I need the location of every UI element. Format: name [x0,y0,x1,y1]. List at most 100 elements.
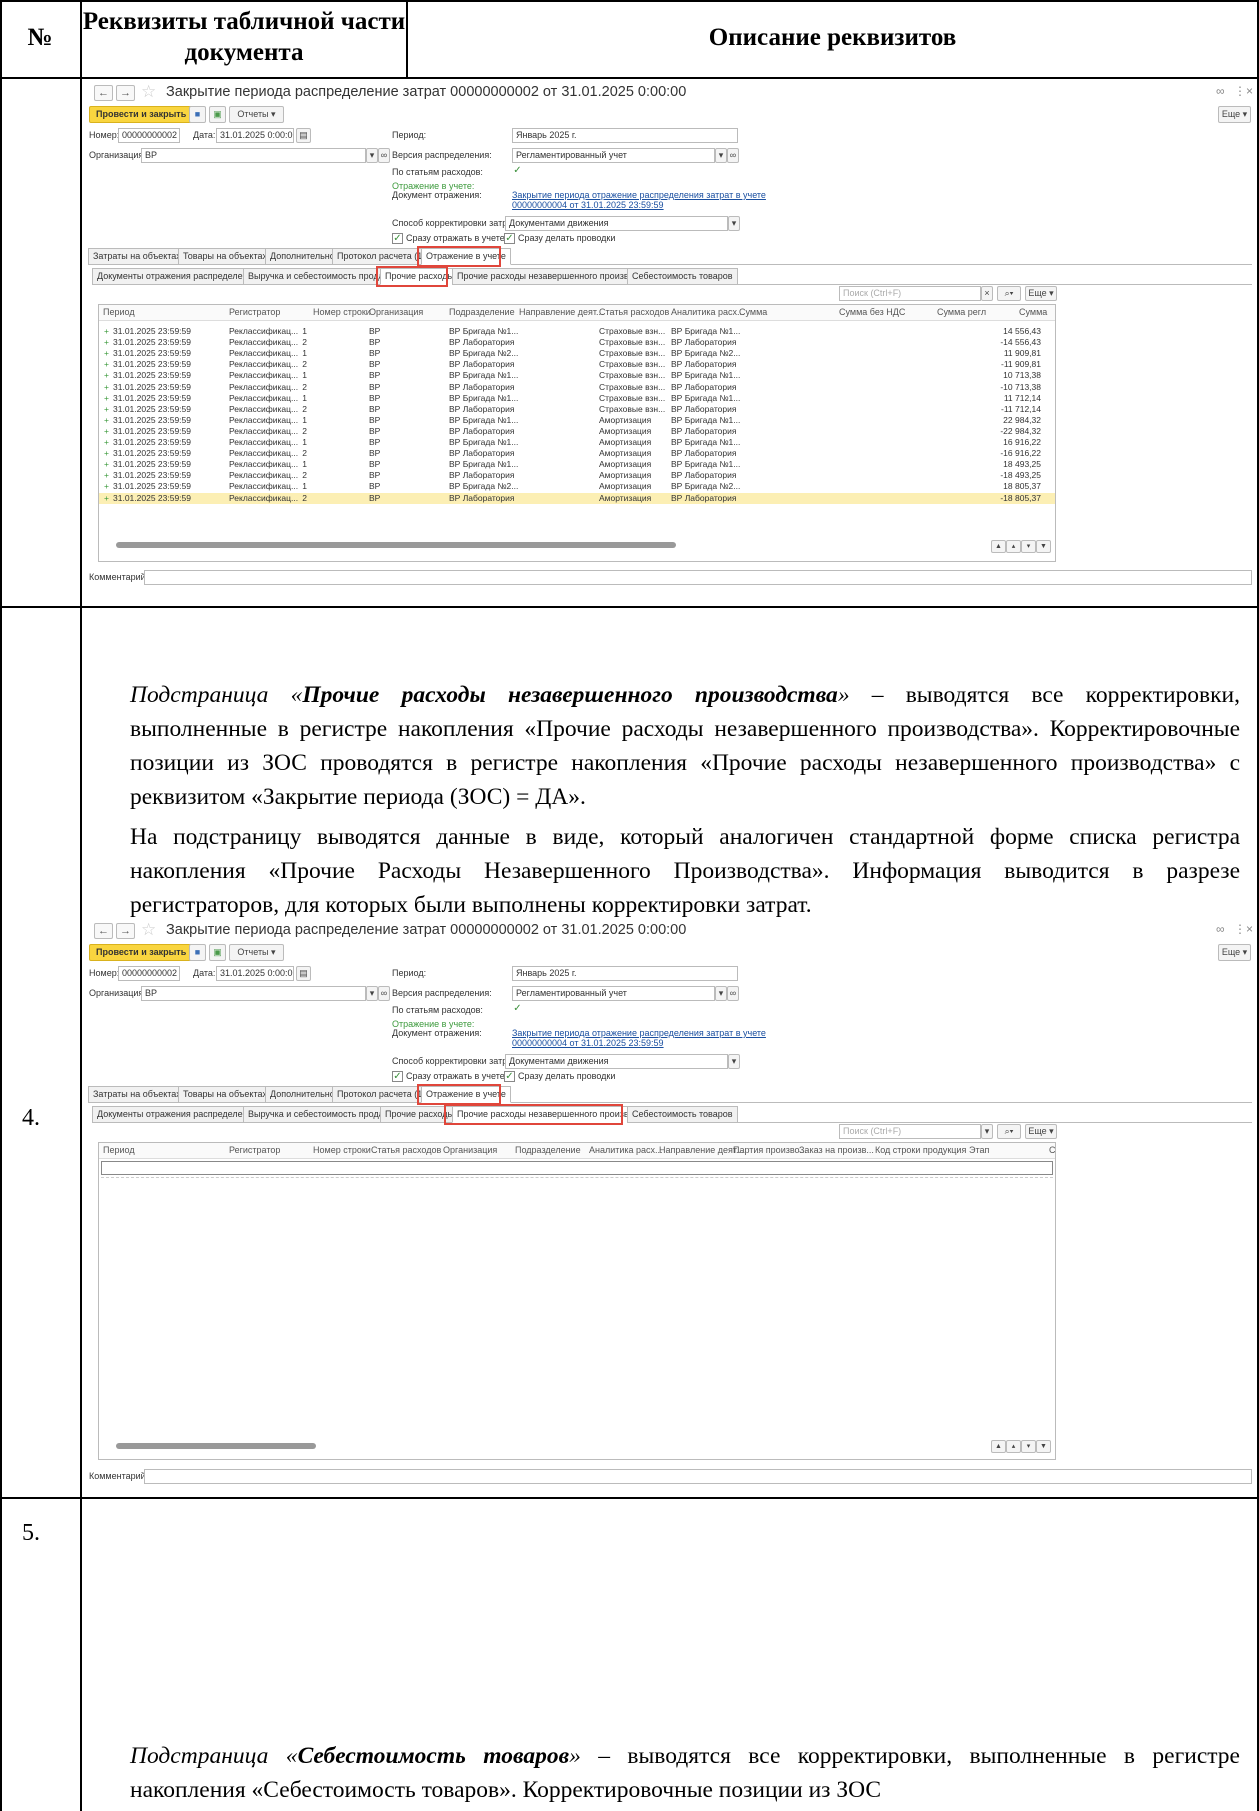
table-row[interactable]: +31.01.2025 23:59:59 Реклассификац... 2 ВР В… [99,404,1055,415]
grid-column-header[interactable]: Статья расходов [599,307,669,317]
empty-selected-row[interactable] [101,1161,1053,1175]
number-field[interactable]: 00000000002 [118,128,180,143]
other-expenses-grid[interactable]: Период Регистратор Номер строки Организация… [98,304,1056,562]
grid-column-header[interactable]: Заказ на произв... [799,1145,874,1155]
open-icon[interactable]: ∞ [727,148,739,163]
subtab-revenue[interactable]: Выручка и себестоимость продаж [243,268,395,285]
tab-reflection[interactable]: Отражение в учете [421,1086,511,1103]
table-row[interactable]: +31.01.2025 23:59:59 Реклассификац... 1 ВР В… [99,459,1055,470]
tab-additional[interactable]: Дополнительно [265,248,340,265]
grid-column-header[interactable]: Период [103,1145,135,1155]
dropdown-icon[interactable]: ▾ [728,1054,740,1069]
post-button[interactable]: ▣ [209,106,226,123]
reports-button[interactable]: Отчеты ▾ [229,944,284,961]
date-field[interactable]: 31.01.2025 0:00:00 [216,966,294,981]
grid-column-header[interactable]: Сумма регл [937,307,986,317]
table-row[interactable]: +31.01.2025 23:59:59 Реклассификац... 2 ВР В… [99,337,1055,348]
grid-column-header[interactable]: Организация [443,1145,497,1155]
correction-field[interactable]: Документами движения [505,1054,728,1069]
dropdown-icon[interactable]: ▾ [715,148,727,163]
tab-goods-objects[interactable]: Товары на объектах [178,248,272,265]
table-row[interactable]: +31.01.2025 23:59:59 Реклассификац... 2 ВР В… [99,426,1055,437]
post-close-button[interactable]: Провести и закрыть [89,106,194,123]
grid-column-header[interactable]: Регистратор [229,307,280,317]
tab-costs-objects[interactable]: Затраты на объектах [88,1086,186,1103]
date-field[interactable]: 31.01.2025 0:00:00 [216,128,294,143]
calendar-icon[interactable]: ▤ [296,966,311,981]
grid-column-header[interactable]: Подразделение [515,1145,581,1155]
dropdown-icon[interactable]: ▾ [366,148,378,163]
grid-more-button[interactable]: Еще ▾ [1025,1124,1057,1139]
table-row[interactable]: +31.01.2025 23:59:59 Реклассификац... 2 ВР В… [99,448,1055,459]
link-icon[interactable]: ∞ [1216,922,1225,936]
grid-column-header[interactable]: Статья расходов [371,1145,441,1155]
grid-column-header[interactable]: Аналитика расх... [671,307,745,317]
number-field[interactable]: 00000000002 [118,966,180,981]
tab-calc-log[interactable]: Протокол расчета (13) [332,248,436,265]
grid-column-header[interactable]: Код строки продукция [875,1145,966,1155]
post-button[interactable]: ▣ [209,944,226,961]
grid-column-header[interactable]: Период [103,307,135,317]
menu-dots-icon[interactable]: ⋮ [1234,84,1246,98]
post-close-button[interactable]: Провести и закрыть [89,944,194,961]
favorite-star-icon[interactable]: ☆ [141,921,156,938]
subtab-cost-goods[interactable]: Себестоимость товаров [627,1106,738,1123]
subtab-other-expenses[interactable]: Прочие расходы [380,1106,459,1123]
dropdown-icon[interactable]: ▾ [366,986,378,1001]
reflection-doc-link[interactable]: Закрытие периода отражение распределения… [512,190,766,200]
scroll-bottom-icon[interactable]: ▼ [1036,540,1051,553]
reflect-checkbox[interactable]: ✓ [392,233,403,244]
by-items-checkbox[interactable]: ✓ [512,1004,523,1015]
forward-button[interactable]: → [116,85,135,101]
link-icon[interactable]: ∞ [1216,84,1225,98]
grid-column-header[interactable]: Аналитика расх... [589,1145,663,1155]
forward-button[interactable]: → [116,923,135,939]
grid-column-header[interactable]: Направление деят... [659,1145,743,1155]
period-field[interactable]: Январь 2025 г. [512,966,738,981]
subtab-reflection-docs[interactable]: Документы отражения распределения [92,268,263,285]
reflect-checkbox[interactable]: ✓ [392,1071,403,1082]
org-field[interactable]: ВР [141,986,366,1001]
dropdown-icon[interactable]: ▾ [728,216,740,231]
reflection-doc-link-date[interactable]: 00000000004 от 31.01.2025 23:59:59 [512,1038,664,1048]
subtab-revenue[interactable]: Выручка и себестоимость продаж [243,1106,395,1123]
close-icon[interactable]: × [1246,922,1253,936]
table-row[interactable]: +31.01.2025 23:59:59 Реклассификац... 1 ВР В… [99,481,1055,492]
post-checkbox[interactable]: ✓ [504,1071,515,1082]
reflection-doc-link[interactable]: Закрытие периода отражение распределения… [512,1028,766,1038]
table-row[interactable]: +31.01.2025 23:59:59 Реклассификац... 2 ВР В… [99,359,1055,370]
grid-column-header[interactable]: Подразделение [449,307,515,317]
version-field[interactable]: Регламентированный учет [512,986,715,1001]
more-button[interactable]: Еще ▾ [1218,106,1251,123]
wip-expenses-grid[interactable]: Период Регистратор Номер строки Статья расх… [98,1142,1056,1460]
scroll-top-icon[interactable]: ▲ [991,1440,1006,1453]
grid-column-header[interactable]: Сумма [739,307,767,317]
table-row[interactable]: +31.01.2025 23:59:59 Реклассификац... 1 ВР В… [99,393,1055,404]
table-row[interactable]: +31.01.2025 23:59:59 Реклассификац... 1 ВР В… [99,326,1055,337]
tab-reflection[interactable]: Отражение в учете [421,248,511,265]
version-field[interactable]: Регламентированный учет [512,148,715,163]
table-row[interactable]: +31.01.2025 23:59:59 Реклассификац... 1 ВР В… [99,415,1055,426]
open-icon[interactable]: ∞ [727,986,739,1001]
subtab-cost-goods[interactable]: Себестоимость товаров [627,268,738,285]
period-field[interactable]: Январь 2025 г. [512,128,738,143]
search-icon[interactable]: ⌕▾ [997,286,1021,301]
subtab-other-expenses[interactable]: Прочие расходы [380,268,459,285]
post-checkbox[interactable]: ✓ [504,233,515,244]
grid-column-header[interactable]: Партия произво... [733,1145,807,1155]
table-row[interactable]: +31.01.2025 23:59:59 Реклассификац... 2 ВР В… [99,492,1055,504]
dropdown-icon[interactable]: ▾ [715,986,727,1001]
scroll-down-icon[interactable]: ▾ [1021,1440,1036,1453]
scroll-up-icon[interactable]: ▴ [1006,1440,1021,1453]
search-icon[interactable]: ⌕▾ [997,1124,1021,1139]
horizontal-scrollbar[interactable] [116,542,676,548]
table-row[interactable]: +31.01.2025 23:59:59 Реклассификац... 2 ВР В… [99,470,1055,481]
by-items-checkbox[interactable]: ✓ [512,166,523,177]
reports-button[interactable]: Отчеты ▾ [229,106,284,123]
reflection-doc-link-date[interactable]: 00000000004 от 31.01.2025 23:59:59 [512,200,664,210]
grid-column-header[interactable]: Направление деят... [519,307,603,317]
scroll-up-icon[interactable]: ▴ [1006,540,1021,553]
grid-column-header[interactable]: Номер строки [313,307,371,317]
tab-calc-log[interactable]: Протокол расчета (13) [332,1086,436,1103]
subtab-reflection-docs[interactable]: Документы отражения распределения [92,1106,263,1123]
